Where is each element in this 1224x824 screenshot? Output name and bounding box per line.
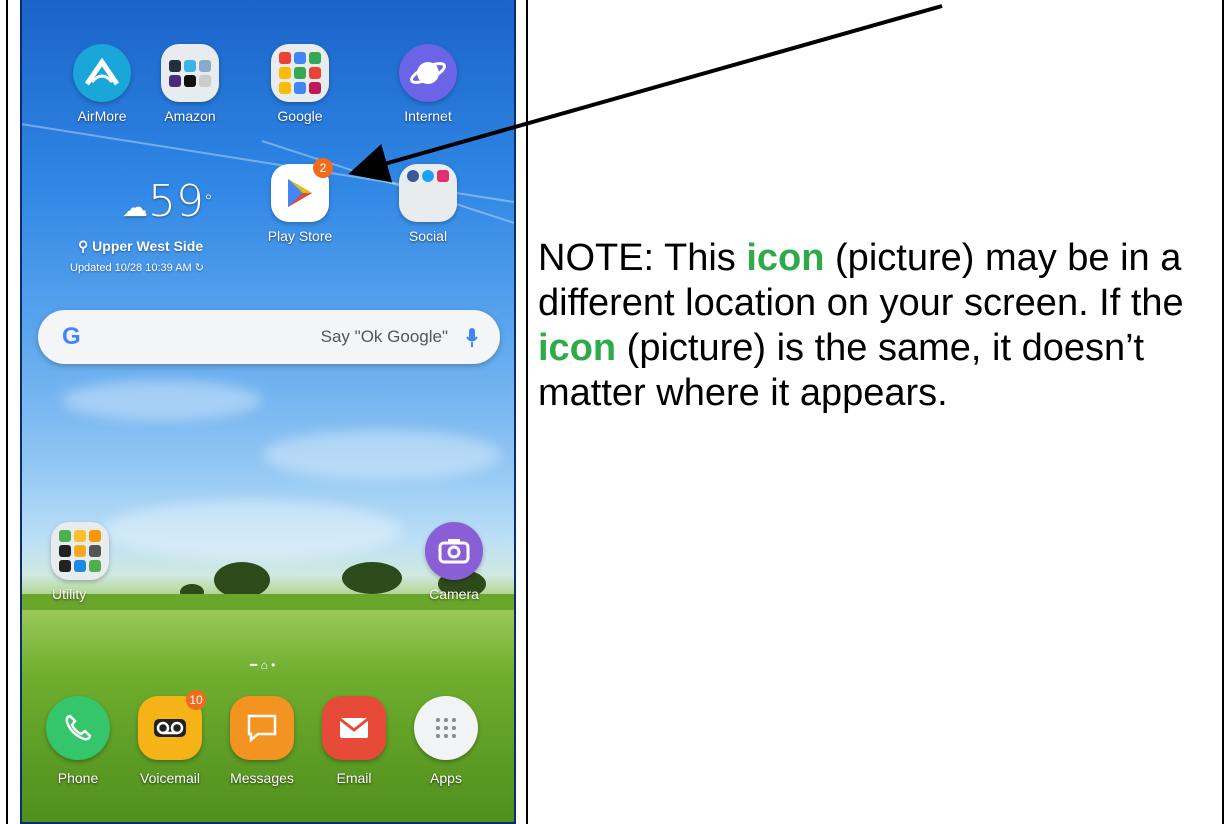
airmore-icon	[73, 44, 131, 102]
google-folder-icon	[271, 44, 329, 102]
app-label: Internet	[404, 108, 452, 124]
dock-phone[interactable]: Phone	[30, 696, 126, 786]
notification-badge: 2	[313, 158, 333, 178]
app-label: Apps	[430, 770, 462, 786]
app-label: Google	[277, 108, 323, 124]
app-airmore[interactable]: AirMore	[54, 44, 150, 124]
app-label: Social	[408, 228, 448, 244]
home-indicator-icon: ⌂	[260, 658, 268, 672]
app-label: AirMore	[77, 108, 127, 124]
temperature: 59	[148, 176, 204, 227]
app-amazon-folder[interactable]: Amazon	[142, 44, 238, 124]
google-search-bar[interactable]: G Say "Ok Google"	[38, 310, 500, 364]
weather-updated: Updated 10/28 10:39 AM	[70, 262, 192, 274]
email-icon	[322, 696, 386, 760]
table-divider	[526, 0, 528, 824]
dock-messages[interactable]: Messages	[214, 696, 310, 786]
app-internet[interactable]: Internet	[380, 44, 476, 124]
instruction-note: NOTE: This icon (picture) may be in a di…	[538, 236, 1208, 416]
dock-voicemail[interactable]: 10 Voicemail	[122, 690, 218, 786]
google-logo-icon: G	[62, 323, 81, 350]
app-play-store[interactable]: 2 Play Store	[252, 158, 348, 244]
play-store-icon: 2	[271, 158, 333, 222]
note-text: NOTE: This	[538, 237, 747, 279]
highlight-icon-word: icon	[746, 237, 825, 279]
app-label: Voicemail	[140, 770, 200, 786]
app-label: Camera	[429, 586, 479, 602]
amazon-folder-icon	[161, 44, 219, 102]
app-label: Utility	[52, 586, 87, 602]
highlight-icon-word: icon	[538, 327, 617, 369]
app-label: Phone	[57, 770, 99, 786]
apps-grid-icon	[414, 696, 478, 760]
cloud-icon: ☁	[122, 193, 148, 223]
app-label: Messages	[230, 770, 294, 786]
microphone-icon[interactable]	[466, 328, 478, 347]
phone-home-screen: AirMore Amazon Google Internet ☁59° ⚲ Up…	[20, 0, 516, 824]
messages-icon	[230, 696, 294, 760]
dock-email[interactable]: Email	[306, 696, 402, 786]
social-folder-icon	[399, 164, 457, 222]
app-camera[interactable]: Camera	[406, 522, 502, 602]
utility-folder-icon	[51, 522, 109, 580]
notification-badge: 10	[186, 690, 206, 710]
voicemail-icon: 10	[138, 690, 206, 760]
app-google-folder[interactable]: Google	[252, 44, 348, 124]
dock-apps[interactable]: Apps	[398, 696, 494, 786]
weather-location: Upper West Side	[92, 238, 204, 254]
camera-icon	[425, 522, 483, 580]
app-label: Email	[336, 770, 372, 786]
app-label: Play Store	[267, 228, 333, 244]
internet-icon	[399, 44, 457, 102]
search-placeholder: Say "Ok Google"	[320, 327, 448, 346]
phone-icon	[46, 696, 110, 760]
page-indicator: ━ ⌂ •	[250, 658, 276, 672]
app-label: Amazon	[164, 108, 216, 124]
app-utility-folder[interactable]: Utility	[32, 522, 128, 602]
note-text: (picture) is the same, it doesn’t matter…	[538, 327, 1145, 414]
location-pin-icon: ⚲	[78, 238, 93, 254]
weather-widget[interactable]: ☁59° ⚲ Upper West Side Updated 10/28 10:…	[66, 176, 266, 275]
refresh-icon[interactable]: ↻	[195, 262, 204, 274]
app-social-folder[interactable]: Social	[380, 164, 476, 244]
